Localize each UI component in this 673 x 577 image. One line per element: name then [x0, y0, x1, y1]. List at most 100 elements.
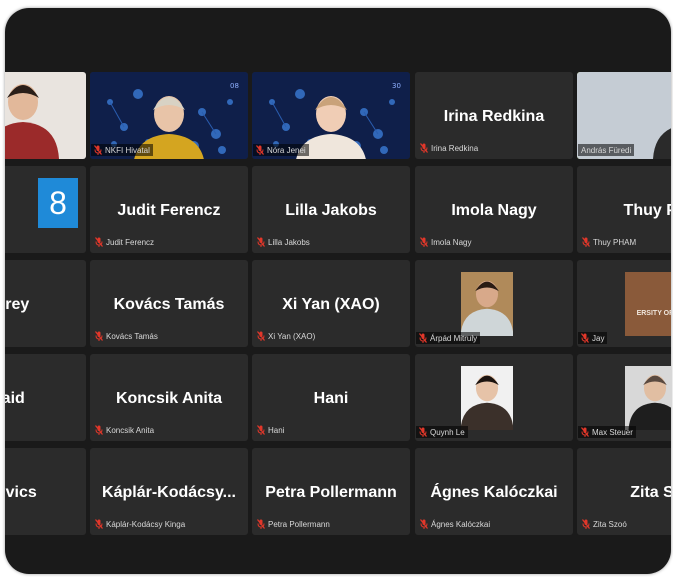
participant-tile[interactable]: Thuy PH Thuy PHAM [577, 166, 671, 253]
mic-muted-icon [95, 237, 103, 247]
participant-tile[interactable]: Zita Sz Zita Szoó [577, 448, 671, 535]
mic-muted-icon [581, 333, 589, 343]
participant-caption: Xi Yan (XAO) [257, 330, 315, 342]
mic-muted-icon [95, 331, 103, 341]
mic-muted-icon [420, 143, 428, 153]
caption-name: Thuy PHAM [593, 237, 637, 247]
caption-name: Lilla Jakobs [268, 237, 310, 247]
mic-muted-icon [419, 427, 427, 437]
participant-caption: Lilla Jakobs [257, 236, 310, 248]
logo-glyph: 8 [49, 184, 67, 221]
caption-name: András Füredi [581, 145, 632, 155]
participant-name: Petra Pollermann [265, 484, 397, 501]
participant-tile[interactable]: ERSITY OF Jay [577, 260, 671, 347]
profile-photo [461, 272, 513, 336]
participant-caption: Ágnes Kalóczkai [420, 518, 490, 530]
participant-name: Thuy PH [623, 202, 671, 219]
meeting-window: Hungarian Youn...08NKFI Hivatal30Nóra Je… [5, 8, 671, 574]
participant-name: Káplár-Kodácsy... [102, 484, 236, 501]
participant-caption: Judit Ferencz [95, 236, 154, 248]
participant-caption: Irina Redkina [420, 142, 478, 154]
participant-video [5, 72, 86, 159]
participant-caption: Imola Nagy [420, 236, 471, 248]
participant-name: Lilla Jakobs [285, 202, 377, 219]
participant-tile[interactable]: Hungarian Youn... [5, 72, 86, 159]
mic-muted-icon [257, 425, 265, 435]
participant-caption: Árpád Mitruly [416, 332, 481, 344]
participant-tile[interactable]: Kovács Tamás Kovács Tamás [90, 260, 248, 347]
participant-tile[interactable]: 08 NKFI Hivatal [90, 72, 248, 159]
mic-muted-icon [419, 333, 427, 343]
participant-caption: Max Steuer [578, 426, 636, 438]
caption-name: Petra Pollermann [268, 519, 330, 529]
participant-tile[interactable]: Gaid [5, 354, 86, 441]
participant-name: Gaid [5, 390, 25, 407]
mic-muted-icon [582, 519, 590, 529]
caption-name: Kovács Tamás [106, 331, 158, 341]
person-photo [461, 272, 513, 336]
participant-caption: Hani [257, 424, 284, 436]
participant-caption: NKFI Hivatal [91, 144, 153, 156]
caption-name: Max Steuer [592, 427, 633, 437]
participant-tile[interactable]: Ágnes Kalóczkai Ágnes Kalóczkai [415, 448, 573, 535]
caption-name: Irina Redkina [431, 143, 479, 153]
caption-name: Koncsik Anita [106, 425, 155, 435]
participant-tile[interactable]: r Frey [5, 260, 86, 347]
participant-tile[interactable]: 30 Nóra Jenei [252, 72, 410, 159]
participant-tile[interactable]: Imola Nagy Imola Nagy [415, 166, 573, 253]
participant-caption: Nóra Jenei [253, 144, 309, 156]
participant-name: Imola Nagy [451, 202, 537, 219]
mic-muted-icon [582, 237, 590, 247]
person-photo [625, 366, 671, 430]
participant-tile[interactable]: Árpád Mitruly [415, 260, 573, 347]
caption-name: Jay [592, 333, 605, 343]
app-logo-icon: 8 [38, 178, 78, 228]
participant-tile[interactable]: 8Tamás [5, 166, 86, 253]
mic-muted-icon [257, 331, 265, 341]
person-photo [461, 366, 513, 430]
participant-tile[interactable]: Koncsik Anita Koncsik Anita [90, 354, 248, 441]
participant-caption: Quynh Le [416, 426, 468, 438]
caption-name: Nóra Jenei [267, 145, 306, 155]
caption-name: Imola Nagy [431, 237, 472, 247]
mic-muted-icon [95, 519, 103, 529]
mic-muted-icon [95, 425, 103, 435]
participant-name: Zita Sz [630, 484, 671, 501]
participant-tile[interactable]: Hani Hani [252, 354, 410, 441]
participant-name: Koncsik Anita [115, 390, 223, 407]
participant-tile[interactable]: adovicss [5, 448, 86, 535]
participant-tile[interactable]: András Füredi [577, 72, 671, 159]
mic-muted-icon [256, 145, 264, 155]
participant-tile[interactable]: Petra Pollermann Petra Pollermann [252, 448, 410, 535]
caption-name: Zita Szoó [593, 519, 627, 529]
participant-tile[interactable]: Káplár-Kodácsy... Káplár-Kodácsy Kinga [90, 448, 248, 535]
participant-caption: Zita Szoó [582, 518, 627, 530]
participant-name: Xi Yan (XAO) [282, 296, 380, 313]
caption-name: Xi Yan (XAO) [268, 331, 316, 341]
caption-name: Árpád Mitruly [430, 333, 478, 343]
participant-caption: Thuy PHAM [582, 236, 636, 248]
participant-caption: Káplár-Kodácsy Kinga [95, 518, 185, 530]
photo-text: ERSITY OF [636, 310, 671, 317]
caption-name: Judit Ferencz [106, 237, 155, 247]
participant-tile[interactable]: Quynh Le [415, 354, 573, 441]
participant-tile[interactable]: Max Steuer [577, 354, 671, 441]
mic-muted-icon [420, 519, 428, 529]
participant-name: r Frey [5, 296, 30, 313]
participant-tile[interactable]: Xi Yan (XAO) Xi Yan (XAO) [252, 260, 410, 347]
participant-name: Judit Ferencz [117, 202, 221, 219]
profile-photo: ERSITY OF [625, 272, 671, 336]
mic-muted-icon [581, 427, 589, 437]
participant-tile[interactable]: Judit Ferencz Judit Ferencz [90, 166, 248, 253]
caption-name: Hani [268, 425, 285, 435]
mic-muted-icon [94, 145, 102, 155]
participant-name: Ágnes Kalóczkai [430, 484, 558, 501]
participant-name: adovics [5, 484, 37, 501]
caption-name: Quynh Le [430, 427, 465, 437]
participant-tile[interactable]: Irina Redkina Irina Redkina [415, 72, 573, 159]
participant-name: Irina Redkina [443, 108, 545, 125]
participant-name: Hani [313, 390, 349, 407]
participant-tile[interactable]: Lilla Jakobs Lilla Jakobs [252, 166, 410, 253]
participant-name: Kovács Tamás [113, 296, 225, 313]
profile-photo [625, 366, 671, 430]
